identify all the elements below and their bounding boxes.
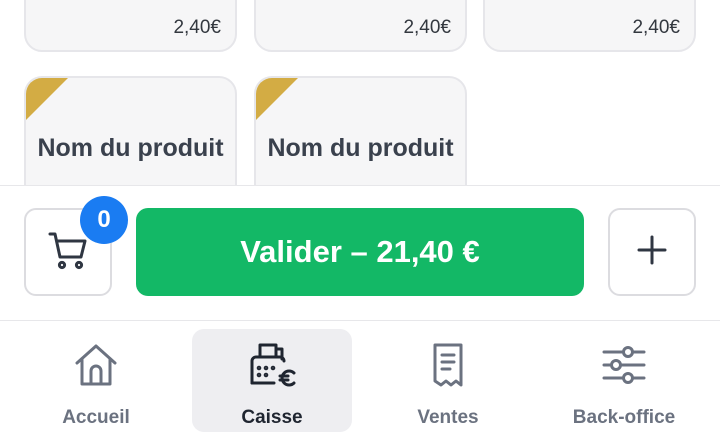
add-button[interactable] bbox=[608, 208, 696, 296]
nav-label: Back-office bbox=[572, 407, 676, 428]
product-grid: 2,40€ 2,40€ 2,40€ Nom du produit Nom du … bbox=[0, 0, 720, 186]
nav-item-back-office[interactable]: Back-office bbox=[544, 329, 704, 432]
validate-button[interactable]: Valider – 21,40 € bbox=[136, 208, 584, 296]
category-corner-marker bbox=[256, 78, 300, 122]
category-corner-marker bbox=[26, 78, 70, 122]
divider bbox=[0, 185, 720, 186]
product-price: 2,40€ bbox=[173, 17, 221, 38]
product-name: Nom du produit bbox=[37, 134, 224, 162]
nav-label: Accueil bbox=[62, 407, 130, 428]
nav-item-caisse[interactable]: Caisse bbox=[192, 329, 352, 432]
plus-icon bbox=[634, 232, 670, 273]
cart-icon bbox=[46, 228, 90, 277]
nav-label: Caisse bbox=[241, 407, 303, 428]
cart-count-badge: 0 bbox=[80, 196, 128, 244]
nav-item-ventes[interactable]: Ventes bbox=[368, 329, 528, 432]
product-price: 2,40€ bbox=[403, 17, 451, 38]
product-price: 2,40€ bbox=[632, 17, 680, 38]
sliders-icon bbox=[600, 339, 648, 391]
product-name: Nom du produit bbox=[267, 134, 454, 162]
product-card[interactable]: 2,40€ bbox=[24, 0, 237, 52]
cash-register-icon bbox=[246, 339, 298, 391]
product-card[interactable]: 2,40€ bbox=[254, 0, 467, 52]
home-icon bbox=[72, 339, 120, 391]
product-card[interactable]: 2,40€ bbox=[483, 0, 696, 52]
nav-item-accueil[interactable]: Accueil bbox=[16, 329, 176, 432]
nav-label: Ventes bbox=[417, 407, 479, 428]
product-card[interactable]: Nom du produit bbox=[254, 76, 467, 186]
receipt-icon bbox=[424, 339, 472, 391]
bottom-navigation: Accueil Caisse Ventes Back-office bbox=[0, 321, 720, 440]
product-card[interactable]: Nom du produit bbox=[24, 76, 237, 186]
